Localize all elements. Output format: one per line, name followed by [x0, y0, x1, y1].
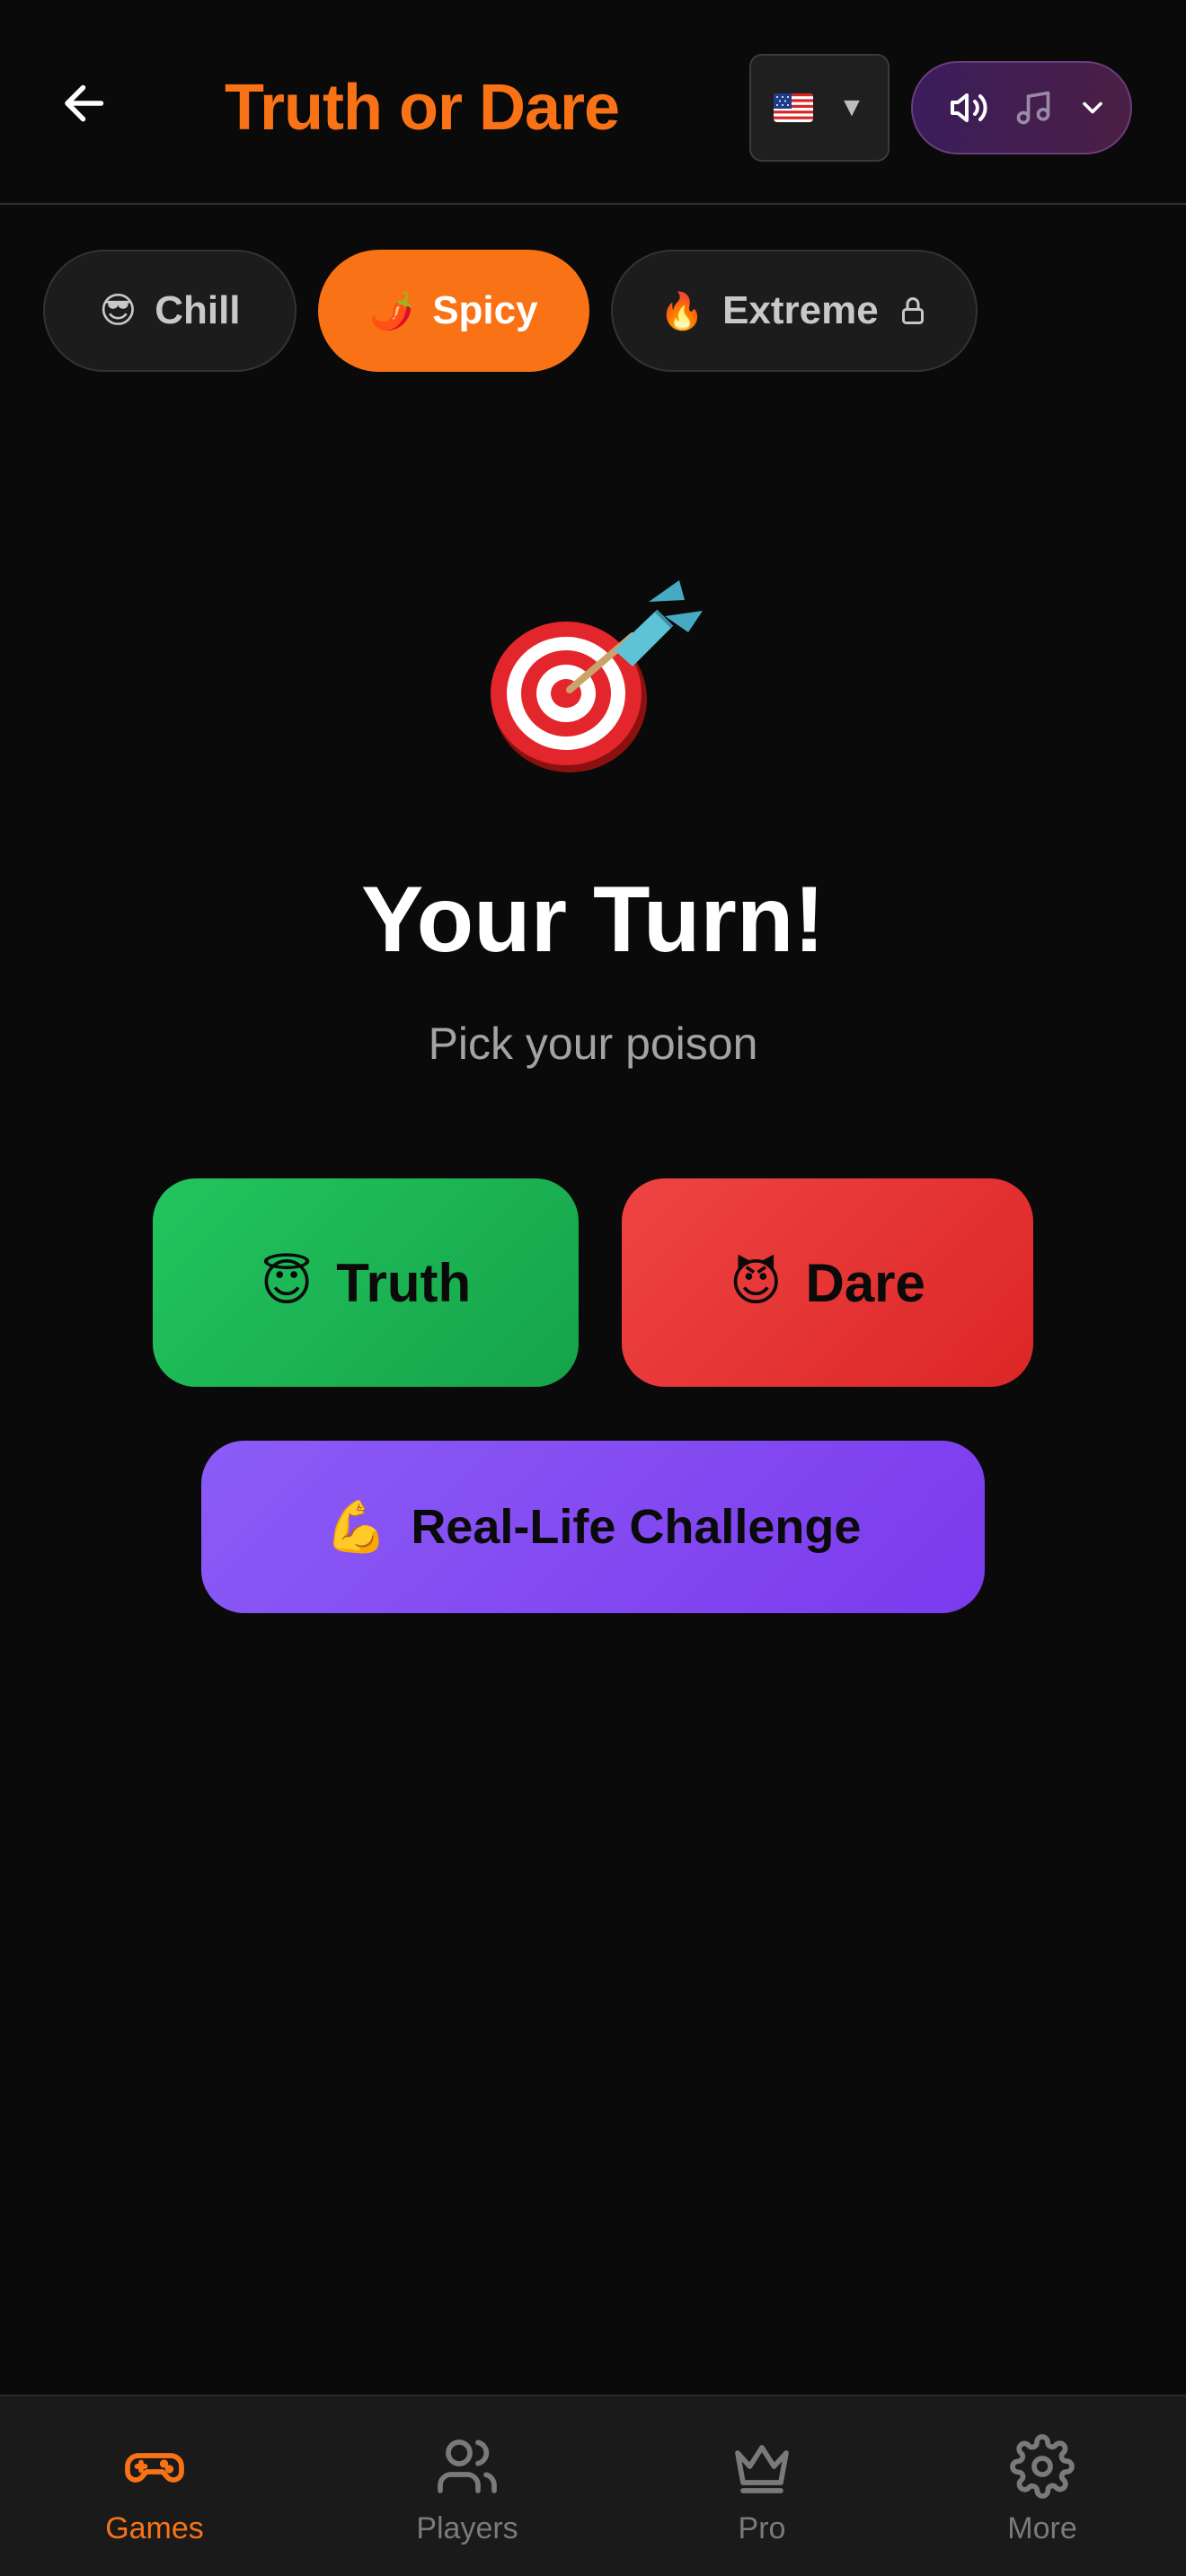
real-life-challenge-button[interactable]: 💪 Real-Life Challenge — [201, 1441, 985, 1613]
angel-emoji-icon: 😇 — [260, 1254, 314, 1310]
nav-item-games[interactable]: Games — [47, 2396, 262, 2576]
flexed-bicep-emoji-icon: 💪 — [324, 1498, 388, 1555]
nav-item-more[interactable]: More — [934, 2396, 1150, 2576]
truth-label: Truth — [336, 1252, 472, 1313]
chevron-down-icon — [1083, 101, 1102, 114]
fire-emoji-icon: 🔥 — [659, 291, 705, 331]
nav-label: Players — [416, 2511, 518, 2545]
bottom-nav: Games Players Pro More — [0, 2395, 1186, 2576]
devil-emoji-icon: 😈 — [730, 1254, 783, 1310]
gamepad-icon — [125, 2453, 184, 2483]
app-screen: Truth or Dare ▼ 😎 Chill 🌶️ Spicy 🔥 Extre… — [0, 0, 1186, 2576]
gear-icon — [1010, 2434, 1075, 2499]
dare-button[interactable]: 😈 Dare — [622, 1178, 1033, 1387]
level-extreme-pill[interactable]: 🔥 Extreme — [611, 250, 978, 372]
level-spicy-pill[interactable]: 🌶️ Spicy — [318, 250, 589, 372]
lock-icon — [901, 297, 924, 324]
sound-settings-button[interactable] — [911, 61, 1132, 154]
page-title: Truth or Dare — [225, 72, 620, 144]
nav-label: More — [1007, 2511, 1077, 2545]
header: Truth or Dare ▼ — [0, 0, 1186, 205]
users-icon — [438, 2439, 497, 2493]
truth-button[interactable]: 😇 Truth — [153, 1178, 579, 1387]
music-note-icon — [1016, 91, 1050, 125]
nav-label: Games — [105, 2511, 204, 2545]
arrow-left-icon — [65, 84, 104, 122]
sunglasses-emoji-icon: 😎 — [99, 291, 137, 331]
nav-label: Pro — [738, 2511, 786, 2545]
dropdown-caret-icon: ▼ — [838, 93, 865, 122]
level-chill-pill[interactable]: 😎 Chill — [43, 250, 296, 372]
turn-heading: Your Turn! — [360, 868, 826, 972]
dart-target-icon — [491, 580, 703, 772]
language-selector[interactable]: ▼ — [749, 54, 890, 162]
level-label: Chill — [155, 288, 241, 332]
back-button[interactable] — [52, 70, 119, 137]
dare-label: Dare — [805, 1252, 925, 1313]
level-label: Spicy — [432, 288, 538, 332]
us-flag-icon — [774, 93, 814, 122]
turn-subheading: Pick your poison — [428, 1019, 758, 1069]
speaker-icon — [951, 93, 987, 122]
challenge-label: Real-Life Challenge — [411, 1500, 862, 1554]
level-label: Extreme — [722, 288, 879, 332]
nav-item-players[interactable]: Players — [359, 2396, 575, 2576]
nav-item-pro[interactable]: Pro — [654, 2396, 870, 2576]
chili-pepper-emoji-icon: 🌶️ — [369, 291, 415, 331]
crown-icon — [735, 2445, 789, 2493]
